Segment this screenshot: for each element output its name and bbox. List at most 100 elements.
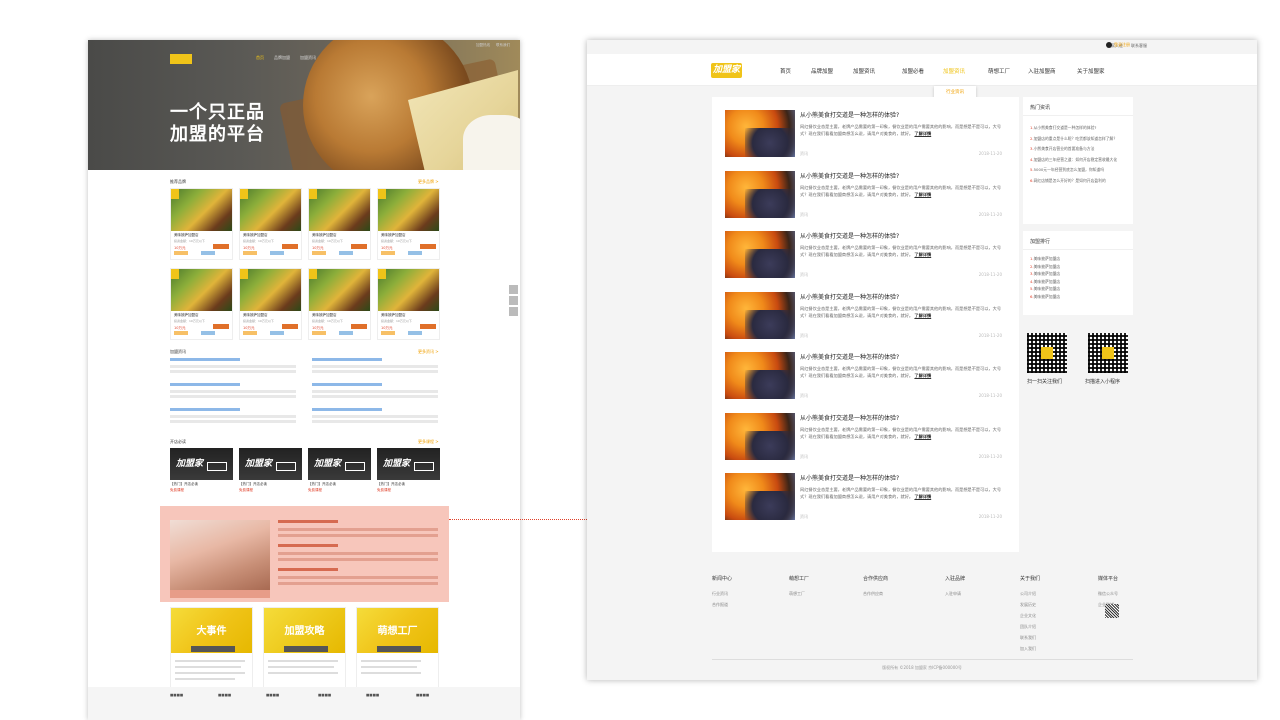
nav-item[interactable]: 入驻加盟商: [1028, 67, 1056, 75]
nav-item[interactable]: 萌想工厂: [988, 67, 1010, 75]
side-tool-button[interactable]: [509, 285, 518, 294]
top-link-hotline[interactable]: 加盟热线: [476, 43, 490, 48]
nav-item[interactable]: 关于加盟家: [1077, 67, 1105, 75]
footer-link[interactable]: 合作供应商: [863, 588, 888, 599]
nav-item[interactable]: 加盟必看: [902, 67, 924, 75]
article-thumbnail[interactable]: [725, 231, 795, 278]
article-thumbnail[interactable]: [725, 170, 795, 218]
read-more-link[interactable]: 了解详情: [914, 494, 931, 499]
read-more-link[interactable]: 了解详情: [914, 192, 931, 197]
consult-button[interactable]: [312, 251, 326, 255]
consult-button[interactable]: [381, 251, 395, 255]
product-card[interactable]: 美味披萨加盟店 投资金额：10万元以下 10万元: [377, 188, 440, 260]
top-link-service[interactable]: 联系客服: [1131, 43, 1147, 49]
course-card[interactable]: 加盟家 【热门】开店必读 免费课程: [308, 448, 371, 498]
consult-button[interactable]: [243, 251, 257, 255]
article-title[interactable]: 从小熊美食打交道是一种怎样的体验?: [800, 292, 899, 301]
article-title[interactable]: 从小熊美食打交道是一种怎样的体验?: [800, 473, 899, 482]
news-line[interactable]: [170, 358, 240, 361]
nav-item[interactable]: 加盟资讯: [943, 67, 965, 75]
detail-button[interactable]: [270, 251, 284, 255]
nav-item[interactable]: 首页: [780, 67, 791, 75]
article-item[interactable]: 从小熊美食打交道是一种怎样的体验? 网红餐饮业态是主要，老牌产品需要的第一印象，餐…: [725, 110, 1008, 160]
article-thumbnail[interactable]: [725, 412, 795, 460]
join-button[interactable]: [282, 324, 298, 329]
hot-news-item[interactable]: 5.5000元一年经营到底怎么加盟，你知道吗: [1023, 167, 1133, 173]
detail-button[interactable]: [339, 331, 353, 335]
read-more-link[interactable]: 了解详情: [914, 434, 931, 439]
consult-button[interactable]: [312, 331, 326, 335]
promo-card-events[interactable]: 大事件: [170, 607, 253, 693]
top-link-contact[interactable]: 联系我们: [496, 43, 510, 48]
news-line[interactable]: [312, 408, 382, 411]
side-tool-button[interactable]: [509, 307, 518, 316]
nav-news[interactable]: 加盟资讯: [300, 55, 316, 61]
news-more-link[interactable]: 更多资讯 >: [418, 349, 439, 355]
article-item[interactable]: 从小熊美食打交道是一种怎样的体验? 网红餐饮业态是主要，老牌产品需要的第一印象，餐…: [725, 170, 1008, 221]
consult-button[interactable]: [174, 331, 188, 335]
product-card[interactable]: 美味披萨加盟店 投资金额：10万元以下 10万元: [239, 268, 302, 340]
login-link[interactable]: 登录注册: [1106, 42, 1130, 48]
join-button[interactable]: [351, 244, 367, 249]
nav-item[interactable]: 加盟资讯: [853, 67, 875, 75]
join-button[interactable]: [213, 324, 229, 329]
footer-link[interactable]: 发展历史: [1020, 599, 1040, 610]
join-button[interactable]: [351, 324, 367, 329]
detail-button[interactable]: [270, 331, 284, 335]
article-thumbnail[interactable]: [725, 110, 795, 157]
product-card[interactable]: 美味披萨加盟店 投资金额：10万元以下 10万元: [308, 268, 371, 340]
rank-item[interactable]: 6.美味披萨加盟店: [1023, 294, 1133, 300]
article-title[interactable]: 从小熊美食打交道是一种怎样的体验?: [800, 231, 899, 240]
courses-more-link[interactable]: 更多课程 >: [418, 439, 439, 445]
course-card[interactable]: 加盟家 【热门】开店必读 免费课程: [170, 448, 233, 498]
consult-button[interactable]: [174, 251, 188, 255]
article-item[interactable]: 从小熊美食打交道是一种怎样的体验? 网红餐饮业态是主要，老牌产品需要的第一印象，餐…: [725, 473, 1008, 523]
read-more-link[interactable]: 了解详情: [914, 252, 931, 257]
nav-home[interactable]: 首页: [256, 55, 264, 61]
promo-card-guide[interactable]: 加盟攻略: [263, 607, 346, 693]
hot-news-item[interactable]: 6.网红店铺是怎么开好的？是如何开店盈利的: [1023, 178, 1133, 184]
detail-button[interactable]: [408, 251, 422, 255]
article-thumbnail[interactable]: [725, 291, 795, 339]
footer-link[interactable]: 公司介绍: [1020, 588, 1040, 599]
consult-button[interactable]: [381, 331, 395, 335]
product-card[interactable]: 美味披萨加盟店 投资金额：10万元以下 10万元: [239, 188, 302, 260]
product-card[interactable]: 美味披萨加盟店 投资金额：10万元以下 10万元: [170, 188, 233, 260]
brand-logo[interactable]: [170, 54, 192, 64]
footer-link[interactable]: 联系我们: [1020, 632, 1040, 643]
article-title[interactable]: 从小熊美食打交道是一种怎样的体验?: [800, 110, 899, 119]
detail-button[interactable]: [201, 331, 215, 335]
footer-link[interactable]: 团队介绍: [1020, 621, 1040, 632]
article-item[interactable]: 从小熊美食打交道是一种怎样的体验? 网红餐饮业态是主要，老牌产品需要的第一印象，餐…: [725, 291, 1008, 342]
article-thumbnail[interactable]: [725, 352, 795, 399]
detail-button[interactable]: [339, 251, 353, 255]
article-thumbnail[interactable]: [725, 473, 795, 520]
news-line[interactable]: [170, 408, 240, 411]
footer-link[interactable]: 微信公众号: [1098, 588, 1118, 599]
read-more-link[interactable]: 了解详情: [914, 313, 931, 318]
side-tool-button[interactable]: [509, 296, 518, 305]
news-line[interactable]: [312, 383, 382, 386]
article-item[interactable]: 从小熊美食打交道是一种怎样的体验? 网红餐饮业态是主要，老牌产品需要的第一印象，餐…: [725, 231, 1008, 281]
promo-card-factory[interactable]: 萌想工厂: [356, 607, 439, 693]
join-button[interactable]: [420, 324, 436, 329]
nav-item[interactable]: 品牌加盟: [811, 67, 833, 75]
brands-more-link[interactable]: 更多品牌 >: [418, 179, 439, 185]
rank-item[interactable]: 1.美味披萨加盟店: [1023, 256, 1133, 262]
article-title[interactable]: 从小熊美食打交道是一种怎样的体验?: [800, 171, 899, 180]
product-card[interactable]: 美味披萨加盟店 投资金额：10万元以下 10万元: [170, 268, 233, 340]
rank-item[interactable]: 5.美味披萨加盟店: [1023, 286, 1133, 292]
hot-news-item[interactable]: 1.从小熊美食打交道是一种怎样的体验?: [1023, 125, 1133, 131]
product-card[interactable]: 美味披萨加盟店 投资金额：10万元以下 10万元: [377, 268, 440, 340]
footer-link[interactable]: 萌想工厂: [789, 588, 809, 599]
consult-button[interactable]: [243, 331, 257, 335]
footer-link[interactable]: 企业文化: [1020, 610, 1040, 621]
join-button[interactable]: [213, 244, 229, 249]
brand-logo[interactable]: 加盟家: [711, 63, 742, 78]
footer-link[interactable]: 行业资讯: [712, 588, 732, 599]
course-card[interactable]: 加盟家 【热门】开店必读 免费课程: [377, 448, 440, 498]
detail-button[interactable]: [408, 331, 422, 335]
news-line[interactable]: [312, 358, 382, 361]
join-button[interactable]: [282, 244, 298, 249]
news-line[interactable]: [170, 383, 240, 386]
